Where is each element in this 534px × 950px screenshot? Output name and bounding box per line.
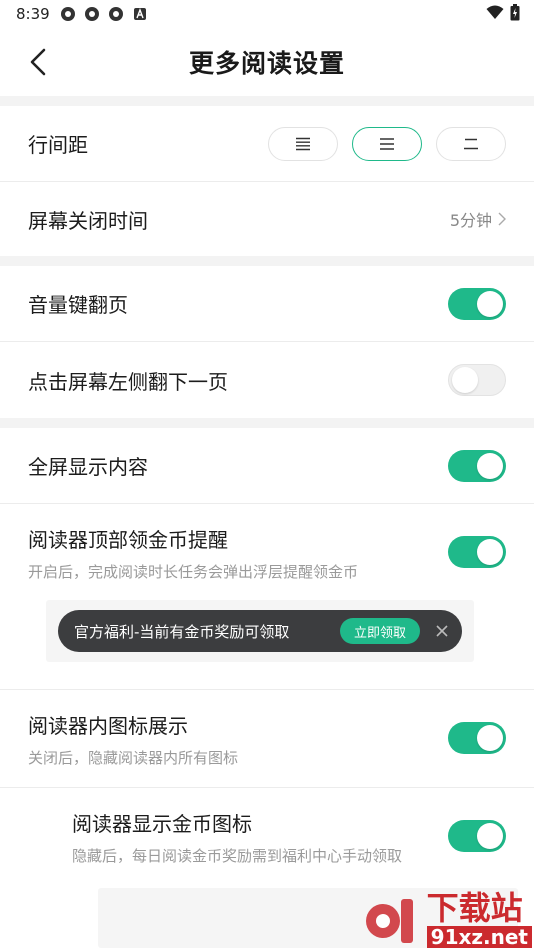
section-divider (0, 96, 534, 106)
volume-flip-toggle[interactable] (448, 287, 506, 320)
screen-off-value-wrap[interactable]: 5分钟 (450, 207, 506, 231)
coin-reminder-desc: 开启后，完成阅读时长任务会弹出浮层提醒领金币 (28, 563, 359, 581)
line-spacing-compact-option[interactable] (268, 126, 338, 161)
coin-icon-row: 阅读器显示金币图标 隐藏后，每日阅读金币奖励需到福利中心手动领取 (0, 788, 534, 884)
page-title: 更多阅读设置 (188, 49, 345, 78)
medium-lines-icon (380, 137, 394, 150)
battery-icon (510, 3, 520, 25)
reader-icons-row: 阅读器内图标展示 关闭后，隐藏阅读器内所有图标 (0, 690, 534, 788)
coin-icon-toggle[interactable] (448, 820, 506, 852)
wifi-icon (486, 5, 504, 24)
reader-icons-label: 阅读器内图标展示 (28, 714, 188, 738)
header: 更多阅读设置 (0, 28, 534, 96)
watermark-title: 下载站 (426, 889, 523, 927)
a-badge-icon (132, 6, 148, 22)
tap-left-flip-row: 点击屏幕左侧翻下一页 (0, 342, 534, 418)
screen-off-row[interactable]: 屏幕关闭时间 5分钟 (0, 182, 534, 256)
back-button[interactable] (22, 46, 54, 78)
app-notification-icon (108, 6, 124, 22)
toggle-knob (452, 367, 478, 393)
line-spacing-row: 行间距 (0, 106, 534, 182)
watermark-logo-icon (365, 899, 413, 943)
chevron-right-icon (498, 212, 506, 226)
tap-left-flip-label: 点击屏幕左侧翻下一页 (28, 369, 228, 394)
fullscreen-label: 全屏显示内容 (28, 455, 148, 479)
claim-now-button[interactable]: 立即领取 (339, 618, 420, 644)
close-icon[interactable] (432, 621, 452, 641)
volume-flip-label: 音量键翻页 (28, 293, 128, 317)
row-separator (0, 662, 534, 690)
app-notification-icon (84, 6, 100, 22)
screen-off-label: 屏幕关闭时间 (28, 208, 148, 233)
coin-icon-desc: 隐藏后，每日阅读金币奖励需到福利中心手动领取 (72, 847, 403, 865)
toggle-knob (477, 539, 503, 565)
coin-reminder-label: 阅读器顶部领金币提醒 (28, 528, 228, 552)
fullscreen-row: 全屏显示内容 (0, 428, 534, 504)
toggle-knob (477, 823, 503, 849)
toggle-knob (477, 290, 503, 317)
line-spacing-label: 行间距 (28, 133, 88, 157)
app-notification-icon (60, 6, 76, 22)
line-spacing-medium-option[interactable] (352, 126, 422, 161)
compact-lines-icon (296, 137, 310, 150)
fullscreen-toggle[interactable] (448, 449, 506, 482)
screen-off-value: 5分钟 (449, 211, 492, 230)
status-time: 8:39 (16, 5, 50, 23)
back-arrow-icon (30, 48, 46, 76)
status-bar: 8:39 (0, 0, 534, 28)
reader-icons-desc: 关闭后，隐藏阅读器内所有图标 (28, 749, 239, 767)
coin-banner-preview: 官方福利-当前有金币奖励可领取 立即领取 (46, 600, 474, 662)
line-spacing-options (268, 126, 506, 161)
tap-left-flip-toggle[interactable] (448, 364, 506, 396)
volume-flip-row: 音量键翻页 (0, 266, 534, 342)
reader-icons-toggle[interactable] (448, 722, 506, 754)
toggle-knob (477, 725, 503, 751)
section-divider (0, 256, 534, 266)
site-watermark: 下载站 91xz.net (363, 890, 532, 948)
coin-reminder-row: 阅读器顶部领金币提醒 开启后，完成阅读时长任务会弹出浮层提醒领金币 (0, 504, 534, 600)
watermark-url: 91xz.net (426, 926, 532, 948)
coin-banner: 官方福利-当前有金币奖励可领取 立即领取 (58, 610, 462, 652)
toggle-knob (477, 452, 503, 479)
section-divider (0, 418, 534, 428)
coin-reminder-toggle[interactable] (448, 536, 506, 568)
coin-banner-text: 官方福利-当前有金币奖励可领取 (74, 622, 290, 641)
line-spacing-loose-option[interactable] (436, 126, 506, 161)
coin-icon-label: 阅读器显示金币图标 (72, 812, 252, 836)
loose-lines-icon (464, 138, 478, 149)
